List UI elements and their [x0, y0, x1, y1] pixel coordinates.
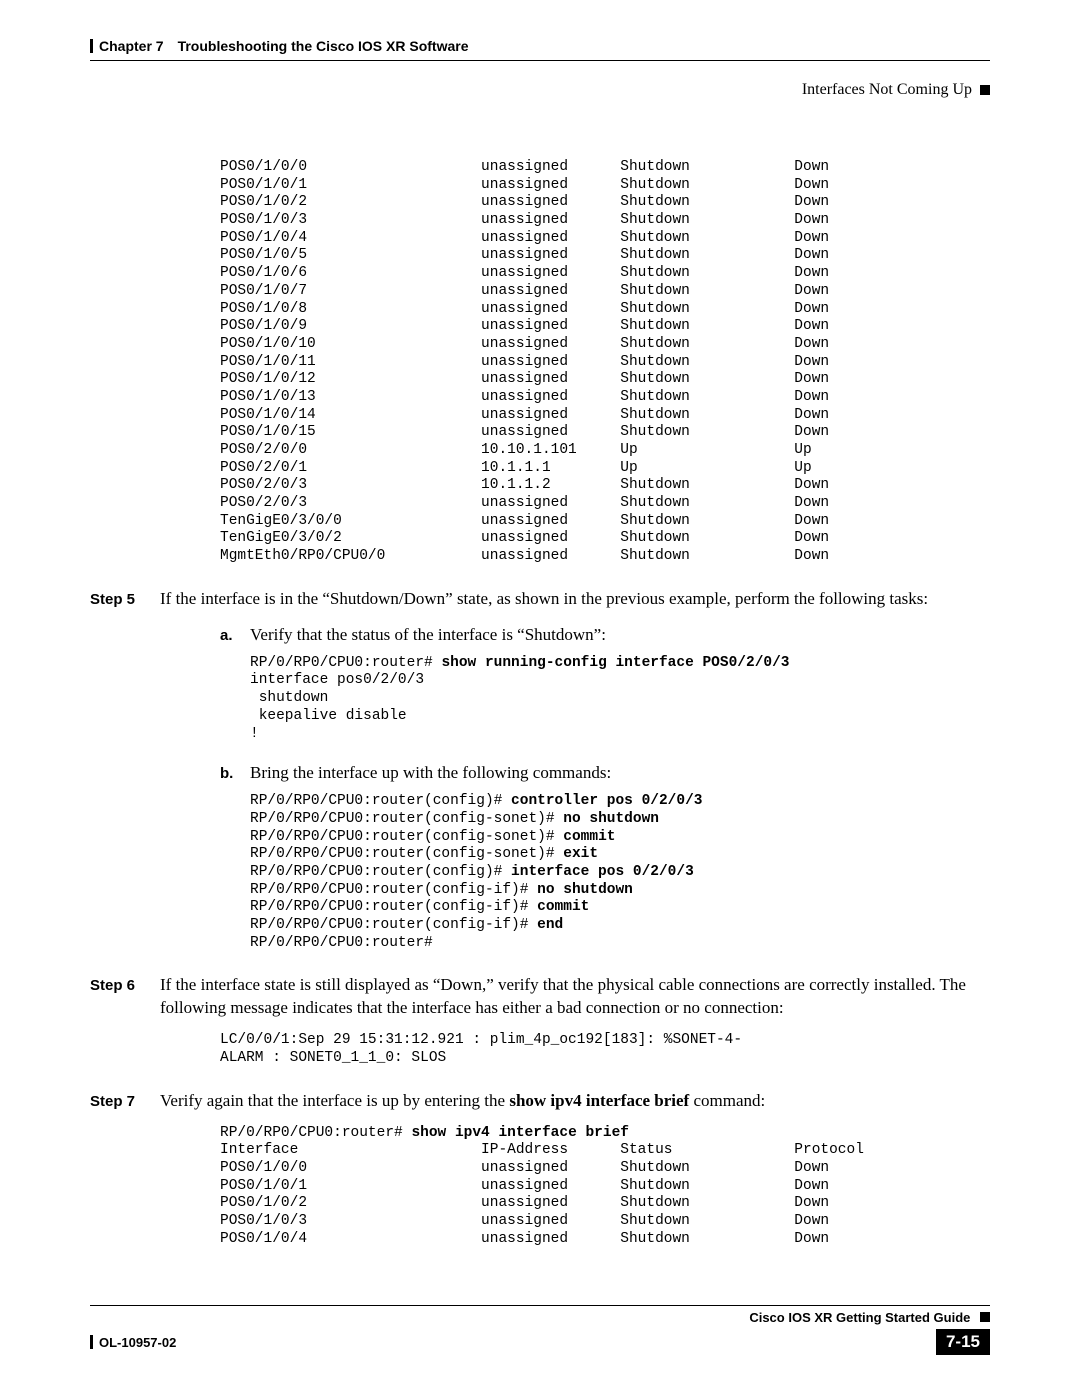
interface-table-top: POS0/1/0/0 unassigned Shutdown Down POS0…: [220, 159, 990, 566]
step5-label: Step 5: [90, 588, 160, 611]
page-header: Chapter 7 Troubleshooting the Cisco IOS …: [90, 38, 990, 54]
step7-output: Interface IP-Address Status Protocol POS…: [220, 1142, 864, 1246]
section-title: Interfaces Not Coming Up: [802, 81, 972, 99]
page-footer: Cisco IOS XR Getting Started Guide OL-10…: [90, 1305, 990, 1355]
step6: Step 6 If the interface state is still d…: [90, 974, 990, 1020]
step5a-label: a.: [220, 625, 250, 645]
page-number: 7-15: [936, 1329, 990, 1355]
chapter-title: Troubleshooting the Cisco IOS XR Softwar…: [178, 38, 469, 54]
step5a-prompt: RP/0/RP0/CPU0:router#: [250, 655, 441, 671]
footer-bar-icon: [90, 1335, 93, 1349]
footer-row: OL-10957-02 7-15: [90, 1329, 990, 1355]
header-right: Interfaces Not Coming Up: [90, 81, 990, 99]
step6-label: Step 6: [90, 974, 160, 1020]
step6-body: If the interface state is still displaye…: [160, 974, 990, 1020]
content: POS0/1/0/0 unassigned Shutdown Down POS0…: [90, 159, 990, 1248]
page: Chapter 7 Troubleshooting the Cisco IOS …: [0, 0, 1080, 1397]
step7-body: Verify again that the interface is up by…: [160, 1090, 990, 1113]
header-bar-icon: [90, 39, 93, 53]
step5a-text: Verify that the status of the interface …: [250, 625, 990, 645]
header-left: Chapter 7 Troubleshooting the Cisco IOS …: [90, 38, 469, 54]
footer-guide-text: Cisco IOS XR Getting Started Guide: [749, 1310, 970, 1325]
header-rule: [90, 60, 990, 61]
step5a-output: interface pos0/2/0/3 shutdown keepalive …: [250, 672, 424, 741]
footer-left: OL-10957-02: [90, 1335, 176, 1350]
step7-cmd: show ipv4 interface brief: [411, 1125, 629, 1141]
step7-text-before: Verify again that the interface is up by…: [160, 1091, 509, 1110]
step7-cli: RP/0/RP0/CPU0:router# show ipv4 interfac…: [220, 1125, 990, 1249]
step5a: a. Verify that the status of the interfa…: [90, 625, 990, 645]
step5b-label: b.: [220, 763, 250, 783]
step5-body: If the interface is in the “Shutdown/Dow…: [160, 588, 990, 611]
step5a-cmd: show running-config interface POS0/2/0/3: [441, 655, 789, 671]
step7-text-after: command:: [689, 1091, 765, 1110]
step5b-text: Bring the interface up with the followin…: [250, 763, 990, 783]
step5: Step 5 If the interface is in the “Shutd…: [90, 588, 990, 611]
footer-square-icon: [980, 1312, 990, 1322]
chapter-label: Chapter 7: [99, 38, 164, 54]
step7: Step 7 Verify again that the interface i…: [90, 1090, 990, 1113]
step5b-cli: RP/0/RP0/CPU0:router(config)# controller…: [250, 793, 990, 952]
step7-label: Step 7: [90, 1090, 160, 1113]
footer-guide: Cisco IOS XR Getting Started Guide: [90, 1305, 990, 1325]
step5a-cli: RP/0/RP0/CPU0:router# show running-confi…: [250, 655, 990, 743]
square-icon: [980, 85, 990, 95]
step6-output: LC/0/0/1:Sep 29 15:31:12.921 : plim_4p_o…: [220, 1032, 990, 1067]
step7-bold-cmd: show ipv4 interface brief: [509, 1091, 689, 1110]
step7-prompt: RP/0/RP0/CPU0:router#: [220, 1125, 411, 1141]
step5b: b. Bring the interface up with the follo…: [90, 763, 990, 783]
footer-docid: OL-10957-02: [99, 1335, 176, 1350]
